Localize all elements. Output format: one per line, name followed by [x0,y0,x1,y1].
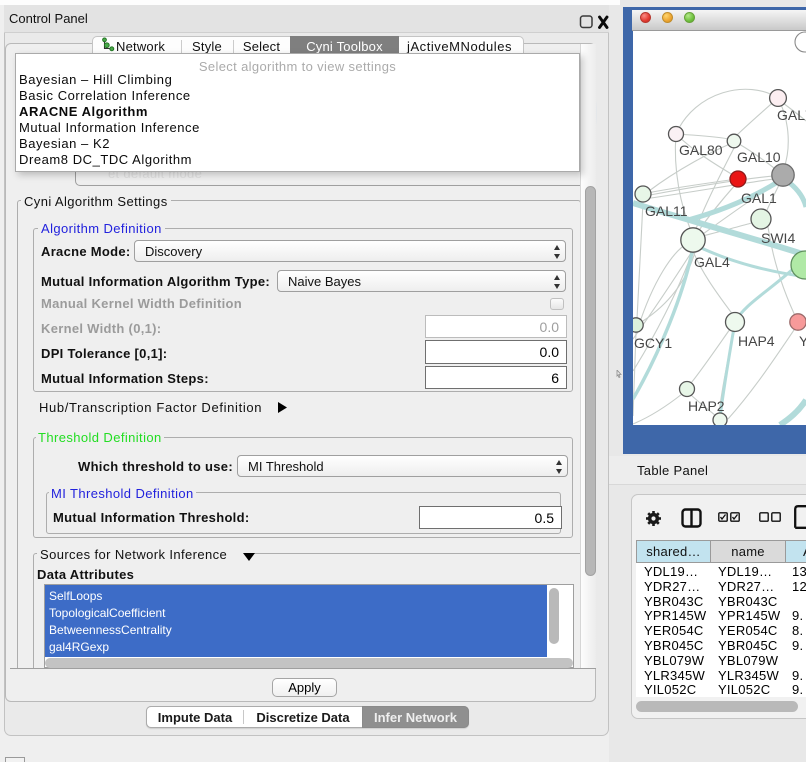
svg-text:GAL4: GAL4 [694,254,730,270]
svg-text:GAL11: GAL11 [645,203,688,219]
svg-text:HAP4: HAP4 [738,333,775,349]
svg-text:YM: YM [799,333,806,349]
svg-text:GCY1: GCY1 [634,335,672,351]
svg-text:GAL10: GAL10 [737,149,781,165]
svg-text:GAL80: GAL80 [679,142,723,158]
svg-text:HAP2: HAP2 [688,398,725,414]
svg-text:GAL1: GAL1 [741,190,777,206]
svg-text:SWI4: SWI4 [761,230,795,246]
svg-text:GAL7: GAL7 [777,107,806,123]
